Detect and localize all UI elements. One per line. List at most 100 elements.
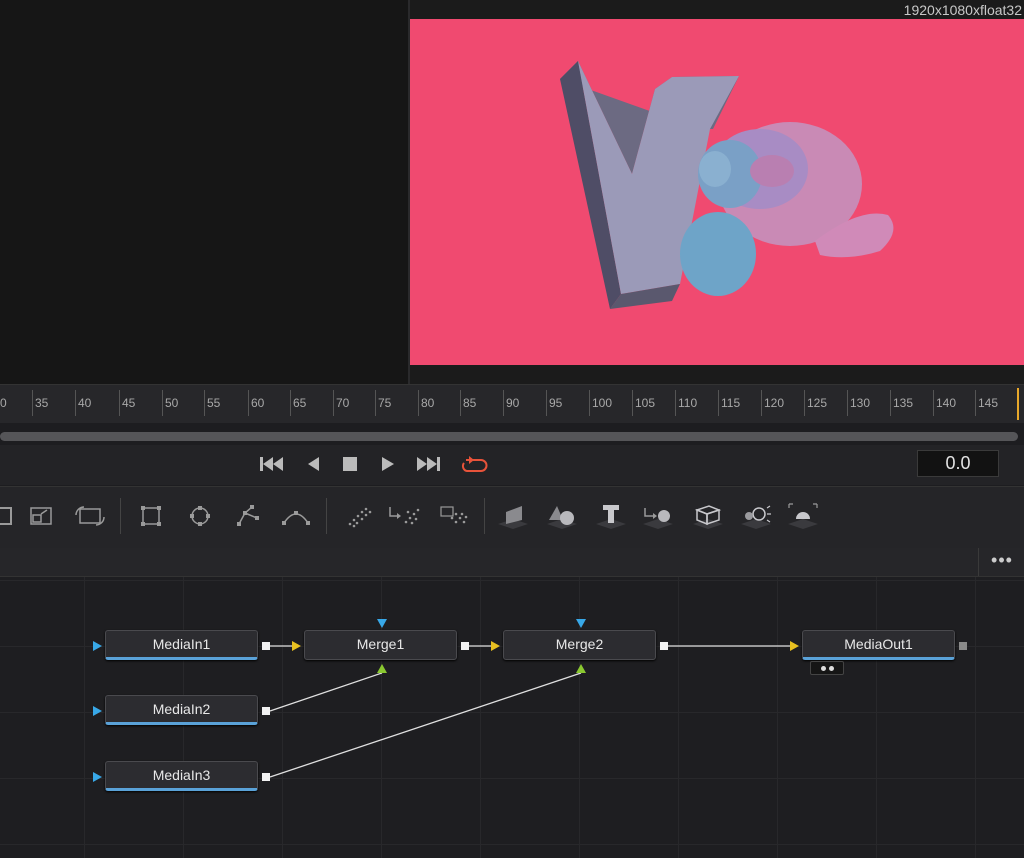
- ellipse-mask-tool[interactable]: [183, 500, 217, 532]
- shape-3d-tool[interactable]: [545, 500, 579, 532]
- connection-line: [269, 672, 582, 778]
- loop-button[interactable]: [460, 453, 488, 475]
- skip-to-end-button[interactable]: [414, 453, 442, 475]
- stop-button[interactable]: [336, 453, 364, 475]
- particle-pmerge-icon: [440, 506, 468, 524]
- resize-tool[interactable]: [24, 500, 58, 532]
- step-back-button[interactable]: [299, 453, 327, 475]
- ruler-tick-label: 60: [251, 396, 265, 410]
- loop-icon: [461, 456, 488, 472]
- spotlight-3d-tool[interactable]: [739, 500, 773, 532]
- ruler-tick-label: 80: [421, 396, 435, 410]
- shape-3d-icon: [547, 506, 577, 529]
- ruler-tick-label: 90: [506, 396, 520, 410]
- stop-icon: [343, 457, 357, 471]
- right-viewer[interactable]: 1920x1080xfloat32: [410, 0, 1024, 384]
- node-editor-header: [0, 548, 1024, 577]
- monkey-eye: [750, 155, 794, 187]
- input-arrow[interactable]: [93, 641, 102, 651]
- viewer-dot-right[interactable]: [828, 665, 834, 671]
- renderer-3d-tool[interactable]: [786, 500, 820, 532]
- image-plane-3d-tool[interactable]: [496, 500, 530, 532]
- viewer-indicator[interactable]: [810, 661, 844, 675]
- ruler-tick-mark: [546, 390, 547, 416]
- monkey-eye-left: [699, 151, 731, 187]
- ruler-ticks: 0 35 40 45 50 55 60 65 70 75 80 85 90 95 100 105 110 115 1…: [0, 384, 1024, 422]
- play-icon: [382, 457, 394, 471]
- ruler-tick-mark: [847, 390, 848, 416]
- ruler-tick-mark: [761, 390, 762, 416]
- ruler-tick-mark: [418, 390, 419, 416]
- polygon-mask-tool[interactable]: [231, 500, 265, 532]
- input-arrow[interactable]: [93, 772, 102, 782]
- ruler-tick-mark: [804, 390, 805, 416]
- ruler-tick-mark: [460, 390, 461, 416]
- ruler-tick-mark: [975, 390, 976, 416]
- crop-tool[interactable]: [73, 500, 107, 532]
- rectangle-mask-icon: [141, 506, 161, 526]
- node-graph[interactable]: MediaIn1 MediaIn2 MediaIn3 Merge1 Merge2…: [0, 577, 1024, 858]
- ruler-tick-mark: [248, 390, 249, 416]
- ruler-tick-label: 65: [293, 396, 307, 410]
- ruler-tick-label: 35: [35, 396, 49, 410]
- transform-tool[interactable]: [0, 500, 18, 532]
- ruler-tick-mark: [718, 390, 719, 416]
- connection-line: [269, 672, 383, 712]
- skip-to-end-icon: [417, 457, 440, 471]
- node-merge1[interactable]: Merge1: [304, 630, 457, 660]
- output-port[interactable]: [262, 773, 270, 781]
- left-viewer[interactable]: [0, 0, 408, 384]
- particle-render-tool[interactable]: [388, 500, 422, 532]
- foreground-input[interactable]: [491, 641, 500, 651]
- output-port[interactable]: [461, 642, 469, 650]
- ruler-tick-label: 105: [635, 396, 656, 410]
- ruler-tick-mark: [375, 390, 376, 416]
- camera-3d-icon: [693, 505, 723, 529]
- ruler-tick-label: 70: [336, 396, 350, 410]
- scrub-bar[interactable]: [0, 432, 1018, 441]
- ruler-tick-label: 145: [978, 396, 999, 410]
- foreground-input[interactable]: [292, 641, 301, 651]
- viewer-dot-left[interactable]: [820, 665, 826, 671]
- crop-icon: [75, 506, 105, 526]
- effect-mask-input[interactable]: [377, 664, 387, 673]
- merge-3d-tool[interactable]: [641, 500, 675, 532]
- rectangle-mask-tool[interactable]: [134, 500, 168, 532]
- output-port[interactable]: [660, 642, 668, 650]
- ruler-tick-mark: [204, 390, 205, 416]
- ruler-tick-label: 130: [850, 396, 871, 410]
- output-port[interactable]: [262, 707, 270, 715]
- node-mediain3[interactable]: MediaIn3: [105, 761, 258, 791]
- camera-3d-tool[interactable]: [691, 500, 725, 532]
- spotlight-3d-icon: [741, 505, 771, 529]
- background-input[interactable]: [377, 619, 387, 628]
- ruler-tick-label: 55: [207, 396, 221, 410]
- ruler-tick-label: 95: [549, 396, 563, 410]
- playhead[interactable]: [1017, 388, 1019, 420]
- output-port[interactable]: [262, 642, 270, 650]
- output-port[interactable]: [959, 642, 967, 650]
- effect-mask-input[interactable]: [576, 664, 586, 673]
- node-mediain1[interactable]: MediaIn1: [105, 630, 258, 660]
- toolbar-separator: [120, 498, 121, 534]
- ruler-tick-mark: [75, 390, 76, 416]
- node-merge2[interactable]: Merge2: [503, 630, 656, 660]
- more-options-button[interactable]: •••: [978, 548, 1024, 576]
- step-back-icon: [308, 457, 319, 471]
- background-input[interactable]: [576, 619, 586, 628]
- text-3d-tool[interactable]: [594, 500, 628, 532]
- input-arrow[interactable]: [790, 641, 799, 651]
- node-mediain2[interactable]: MediaIn2: [105, 695, 258, 725]
- play-button[interactable]: [374, 453, 402, 475]
- ruler-tick-mark: [890, 390, 891, 416]
- toolbar-separator: [326, 498, 327, 534]
- ruler-tick-label: 85: [463, 396, 477, 410]
- ruler-tick-label: 120: [764, 396, 785, 410]
- bspline-mask-tool[interactable]: [279, 500, 313, 532]
- node-mediaout1[interactable]: MediaOut1: [802, 630, 955, 660]
- input-arrow[interactable]: [93, 706, 102, 716]
- skip-to-start-button[interactable]: [258, 453, 286, 475]
- particle-emitter-tool[interactable]: [342, 500, 376, 532]
- particle-pmerge-tool[interactable]: [437, 500, 471, 532]
- current-time-field[interactable]: 0.0: [917, 450, 999, 477]
